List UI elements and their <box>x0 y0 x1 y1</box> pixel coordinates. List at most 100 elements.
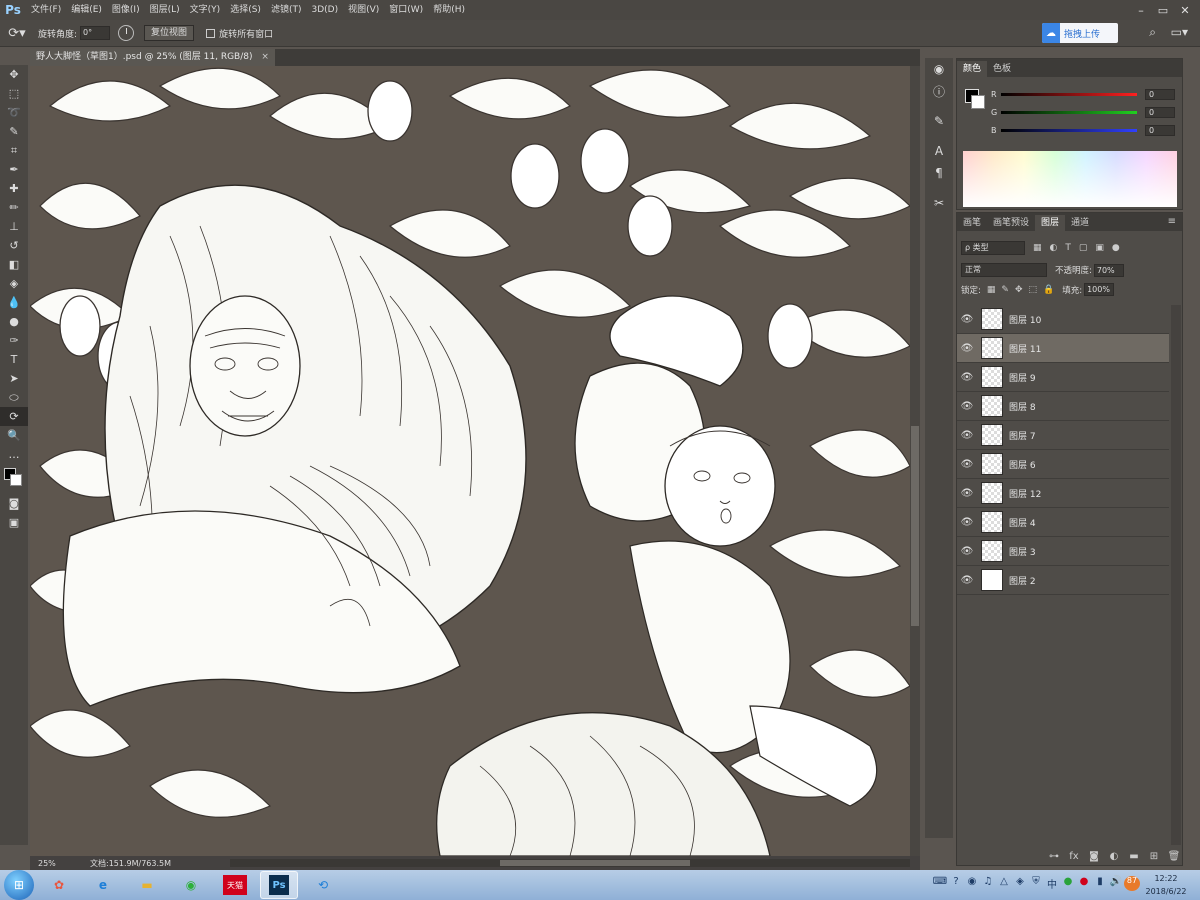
layer-thumbnail[interactable] <box>981 366 1003 388</box>
visibility-eye-icon[interactable]: 👁 <box>957 546 977 557</box>
volume-icon[interactable]: 🔊 <box>1108 876 1124 891</box>
color-swatches[interactable] <box>0 464 28 494</box>
tab-swatches[interactable]: 色板 <box>987 61 1017 77</box>
red-channel-slider[interactable]: R 0 <box>991 87 1181 101</box>
background-color-swatch[interactable] <box>10 474 22 486</box>
color-background-swatch[interactable] <box>971 95 985 109</box>
notification-icon[interactable]: ♫ <box>980 876 996 891</box>
layer-thumbnail[interactable] <box>981 540 1003 562</box>
menu-item-3[interactable]: 图层(L) <box>145 0 185 20</box>
layer-name[interactable]: 图层 11 <box>1009 342 1041 355</box>
tab-channels[interactable]: 通道 <box>1065 215 1095 231</box>
delete-layer-icon[interactable]: 🗑 <box>1164 851 1184 862</box>
layer-filter-select[interactable]: ρ 类型 <box>961 241 1025 255</box>
document-tab[interactable]: 野人大脚怪（草图1）.psd @ 25% (图层 11, RGB/8) × <box>30 49 275 66</box>
rotate-view-tool-icon[interactable]: ⟳▾ <box>0 22 34 44</box>
layer-thumbnail[interactable] <box>981 308 1003 330</box>
layer-name[interactable]: 图层 7 <box>1009 429 1036 442</box>
tray-app-icon[interactable]: ◈ <box>1012 876 1028 891</box>
layer-row[interactable]: 👁 图层 9 <box>957 363 1169 392</box>
layer-row[interactable]: 👁 图层 3 <box>957 537 1169 566</box>
bell-icon[interactable]: △ <box>996 876 1012 891</box>
quick-select-tool-icon[interactable]: ✎ <box>0 122 28 141</box>
menu-item-6[interactable]: 滤镜(T) <box>266 0 307 20</box>
taskbar-app-explorer[interactable]: ▬ <box>128 871 166 899</box>
rotate-all-windows-checkbox[interactable] <box>206 28 216 38</box>
menu-item-1[interactable]: 编辑(E) <box>66 0 107 20</box>
canvas[interactable] <box>30 66 910 856</box>
zoom-level[interactable]: 25% <box>30 859 70 868</box>
opacity-input[interactable]: 70% <box>1093 263 1124 277</box>
green-channel-slider[interactable]: G 0 <box>991 105 1181 119</box>
canvas-horizontal-scrollbar[interactable] <box>230 859 910 867</box>
tool-presets-icon[interactable]: ✂ <box>925 192 953 214</box>
color-spectrum-ramp[interactable] <box>963 151 1177 207</box>
history-brush-tool-icon[interactable]: ↺ <box>0 236 28 255</box>
visibility-eye-icon[interactable]: 👁 <box>957 314 977 325</box>
zoom-tool-icon[interactable]: 🔍 <box>0 426 28 445</box>
search-icon[interactable]: ⌕ <box>1149 25 1156 40</box>
filter-toggle-icon[interactable]: ● <box>1112 243 1120 253</box>
paint-bucket-tool-icon[interactable]: ◈ <box>0 274 28 293</box>
new-group-icon[interactable]: ▬ <box>1124 851 1144 862</box>
menu-item-0[interactable]: 文件(F) <box>26 0 66 20</box>
taskbar-app-ie-browser[interactable]: e <box>84 871 122 899</box>
vertical-scroll-thumb[interactable] <box>911 426 919 626</box>
character-icon[interactable]: A <box>925 140 953 162</box>
taskbar-app-pinwheel[interactable]: ✿ <box>40 871 78 899</box>
restore-button[interactable]: ▭ <box>1152 4 1174 17</box>
menu-item-4[interactable]: 文字(Y) <box>185 0 226 20</box>
tab-brush[interactable]: 画笔 <box>957 215 987 231</box>
menu-item-10[interactable]: 帮助(H) <box>428 0 470 20</box>
menu-item-2[interactable]: 图像(I) <box>107 0 145 20</box>
layer-row[interactable]: 👁 图层 6 <box>957 450 1169 479</box>
tab-brush-presets[interactable]: 画笔预设 <box>987 215 1035 231</box>
healing-brush-tool-icon[interactable]: ✚ <box>0 179 28 198</box>
layer-row[interactable]: 👁 图层 8 <box>957 392 1169 421</box>
filter-adjustment-icon[interactable]: ◐ <box>1050 243 1058 253</box>
lock-transparent-icon[interactable]: ▦ <box>987 285 996 295</box>
layer-row[interactable]: 👁 图层 7 <box>957 421 1169 450</box>
visibility-eye-icon[interactable]: 👁 <box>957 401 977 412</box>
layer-thumbnail[interactable] <box>981 511 1003 533</box>
adjustments-icon[interactable]: ◉ <box>925 58 953 80</box>
panel-menu-icon[interactable]: ≡ <box>1168 216 1176 227</box>
link-layers-icon[interactable]: ⊶ <box>1044 851 1064 862</box>
document-size[interactable]: 文档:151.9M/763.5M <box>90 858 171 869</box>
red-value-input[interactable]: 0 <box>1145 88 1175 100</box>
layer-thumbnail[interactable] <box>981 482 1003 504</box>
tray-badge[interactable]: 87 <box>1124 876 1140 891</box>
visibility-eye-icon[interactable]: 👁 <box>957 517 977 528</box>
visibility-eye-icon[interactable]: 👁 <box>957 343 977 354</box>
tab-color[interactable]: 颜色 <box>957 61 988 77</box>
battery-icon[interactable]: ▮ <box>1092 876 1108 891</box>
new-layer-icon[interactable]: ⊞ <box>1144 851 1164 862</box>
rotate-view-tool-button[interactable]: ⟳ <box>0 407 28 426</box>
red-track[interactable] <box>1001 92 1137 96</box>
lock-pixels-icon[interactable]: ✎ <box>1001 285 1009 295</box>
more-tools-icon[interactable]: … <box>0 445 28 464</box>
document-tab-close-icon[interactable]: × <box>261 52 269 62</box>
layer-style-fx-icon[interactable]: fx <box>1064 851 1084 862</box>
layer-row[interactable]: 👁 图层 4 <box>957 508 1169 537</box>
visibility-eye-icon[interactable]: 👁 <box>957 372 977 383</box>
blue-channel-slider[interactable]: B 0 <box>991 123 1181 137</box>
taskbar-app-upload-tool[interactable]: ⟲ <box>304 871 342 899</box>
lock-all-icon[interactable]: 🔒 <box>1043 285 1054 295</box>
menu-item-9[interactable]: 窗口(W) <box>384 0 428 20</box>
dodge-tool-icon[interactable]: ● <box>0 312 28 331</box>
layer-name[interactable]: 图层 4 <box>1009 516 1036 529</box>
move-tool-icon[interactable]: ✥ <box>0 65 28 84</box>
rotate-dial-icon[interactable] <box>118 25 135 41</box>
layer-name[interactable]: 图层 9 <box>1009 371 1036 384</box>
menu-item-7[interactable]: 3D(D) <box>306 0 343 20</box>
layer-thumbnail[interactable] <box>981 569 1003 591</box>
workspace-icon[interactable]: ▭▾ <box>1171 25 1188 39</box>
green-value-input[interactable]: 0 <box>1145 106 1175 118</box>
shield-icon[interactable]: ⛨ <box>1028 876 1044 891</box>
ime-icon[interactable]: 中 <box>1044 876 1060 891</box>
menu-item-8[interactable]: 视图(V) <box>343 0 384 20</box>
eraser-tool-icon[interactable]: ◧ <box>0 255 28 274</box>
marquee-tool-icon[interactable]: ⬚ <box>0 84 28 103</box>
quick-mask-icon[interactable]: ◙ <box>0 494 28 513</box>
